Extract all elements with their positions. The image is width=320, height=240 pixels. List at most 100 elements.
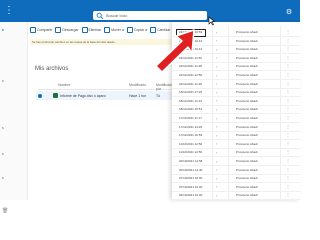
version-author: Provisorio Abadi (236, 107, 258, 112)
restore-icon[interactable]: › (216, 176, 217, 181)
restore-icon[interactable]: › (216, 107, 217, 112)
delete-button[interactable]: Eliminar (81, 27, 101, 33)
list-item (36, 102, 178, 108)
file-name[interactable]: Informe de Pago.xlsx o aparo (60, 94, 106, 98)
restore-icon[interactable]: › (216, 30, 217, 35)
red-arrow-icon (155, 29, 195, 73)
more-options-icon[interactable]: ⋮ (286, 184, 290, 189)
restore-icon[interactable]: › (216, 133, 217, 138)
version-date[interactable]: 07/10/2021 10:00 (179, 176, 202, 180)
version-date[interactable]: 17/11/2021 10:59 (179, 133, 202, 137)
restore-icon[interactable]: › (216, 116, 217, 121)
restore-icon[interactable]: › (216, 124, 217, 129)
mouse-cursor-icon (208, 16, 216, 26)
version-date[interactable]: 18/11/2021 11:13 (179, 99, 202, 103)
more-options-icon[interactable]: ⋮ (286, 81, 290, 86)
version-row[interactable]: 04/10/2021 10:00 › Provisorio Abadi ⋮ (172, 191, 300, 201)
restore-icon[interactable]: › (216, 81, 217, 86)
share-icon (30, 27, 36, 33)
version-date[interactable]: 11/10/2021 12:56 (179, 150, 202, 154)
delete-icon (81, 27, 88, 33)
restore-icon[interactable]: › (216, 47, 217, 52)
restore-icon[interactable]: › (216, 150, 217, 155)
row-selected-check-icon[interactable] (38, 93, 42, 98)
version-author: Provisorio Abadi (236, 116, 258, 120)
recycle-bin-icon[interactable]: 🗑 (2, 208, 8, 214)
version-date[interactable]: 07/10/2021 10:00 (179, 185, 202, 189)
more-options-icon[interactable]: ⋮ (286, 46, 290, 51)
more-options-icon[interactable]: ⋮ (286, 55, 290, 60)
share-label: Compartir (37, 28, 53, 32)
list-item (36, 110, 178, 116)
restore-icon[interactable]: › (216, 193, 217, 198)
download-button[interactable]: Descargar (55, 27, 79, 33)
version-date[interactable]: 24/11/2021 11:46 (179, 82, 202, 86)
more-options-icon[interactable]: ⋮ (286, 38, 290, 43)
more-options-icon[interactable]: ⋮ (286, 149, 290, 154)
search-input[interactable]: Buscar todo (106, 11, 127, 20)
restore-icon[interactable]: › (216, 167, 217, 172)
version-author: Provisorio Abadi (236, 73, 258, 77)
version-author: Provisorio Abadi (236, 30, 258, 34)
restore-icon[interactable]: › (216, 90, 217, 95)
more-options-icon[interactable]: ⋮ (286, 29, 290, 34)
excel-file-icon (53, 93, 58, 98)
more-options-icon[interactable]: ⋮ (286, 192, 290, 197)
version-author: Provisorio Abadi (236, 193, 258, 198)
file-row[interactable]: Informe de Pago.xlsx o aparo Hace 1 hor … (36, 91, 178, 100)
version-author: Provisorio Abadi (236, 90, 258, 95)
restore-icon[interactable]: › (216, 159, 217, 164)
version-date[interactable]: 04/10/2021 10:00 (179, 193, 202, 197)
settings-icon[interactable]: ⚙ (285, 9, 293, 17)
restore-icon[interactable]: › (216, 64, 217, 69)
download-icon (55, 27, 62, 33)
version-author: Provisorio Abadi (236, 159, 258, 163)
version-date[interactable]: 17/11/2021 11:17 (179, 116, 202, 120)
file-modified-by: Tú (156, 94, 161, 98)
more-options-icon[interactable]: ⋮ (286, 175, 290, 180)
version-date[interactable]: 17/11/2021 14:20 (179, 125, 202, 129)
version-author: Provisorio Abadi (236, 38, 258, 43)
version-date[interactable]: 11/10/2021 12:56 (179, 142, 202, 146)
copy-button[interactable]: Copiar a (126, 27, 148, 33)
more-options-icon[interactable]: ⋮ (286, 167, 290, 172)
restore-icon[interactable]: › (216, 73, 217, 78)
more-options-icon[interactable]: ⋮ (286, 115, 290, 120)
column-modified[interactable]: Modificado (129, 83, 146, 87)
more-options-icon[interactable]: ⋮ (286, 106, 290, 111)
restore-icon[interactable]: › (216, 98, 217, 103)
restore-icon[interactable]: › (216, 184, 217, 189)
more-options-icon[interactable]: ⋮ (286, 124, 290, 129)
more-options-icon[interactable]: ⋮ (286, 72, 290, 77)
copy-label: Copiar a (133, 28, 148, 32)
restore-icon[interactable]: › (216, 38, 217, 43)
version-author: Provisorio Abadi (236, 141, 258, 146)
version-date[interactable]: 20/10/2021 14:40 (179, 168, 202, 172)
more-options-icon[interactable]: ⋮ (286, 89, 290, 94)
nav-item-2[interactable]: s (2, 79, 4, 83)
version-date[interactable]: 18/11/2021 16:51 (179, 107, 202, 111)
version-date[interactable]: 20/10/2021 14:58 (179, 159, 202, 163)
nav-item-3[interactable]: s (2, 126, 4, 130)
version-author: Provisorio Abadi (236, 150, 258, 155)
restore-icon[interactable]: › (216, 141, 217, 146)
version-author: Provisorio Abadi (236, 55, 258, 60)
move-button[interactable]: Mover a (104, 27, 124, 33)
more-options-icon[interactable]: ⋮ (286, 98, 290, 103)
left-navigation: e s s s s 🗑 (0, 22, 28, 214)
restore-icon[interactable]: › (216, 55, 217, 60)
version-author: Provisorio Abadi (236, 81, 258, 86)
version-date[interactable]: 18/11/2021 17:25 (179, 90, 202, 94)
more-options-icon[interactable]: ⋮ (286, 158, 290, 163)
nav-item-1[interactable]: e (2, 28, 4, 32)
share-button[interactable]: Compartir (30, 27, 52, 33)
app-launcher-icon[interactable]: ⋮ (3, 5, 15, 17)
nav-item-4[interactable]: s (2, 152, 4, 156)
nav-item-5[interactable]: s (2, 176, 4, 180)
column-name[interactable]: Nombre (58, 83, 70, 87)
more-options-icon[interactable]: ⋮ (286, 141, 290, 146)
version-author: Provisorio Abadi (236, 167, 258, 172)
search-box[interactable]: Buscar todo (93, 11, 207, 20)
more-options-icon[interactable]: ⋮ (286, 132, 290, 137)
more-options-icon[interactable]: ⋮ (286, 63, 290, 68)
